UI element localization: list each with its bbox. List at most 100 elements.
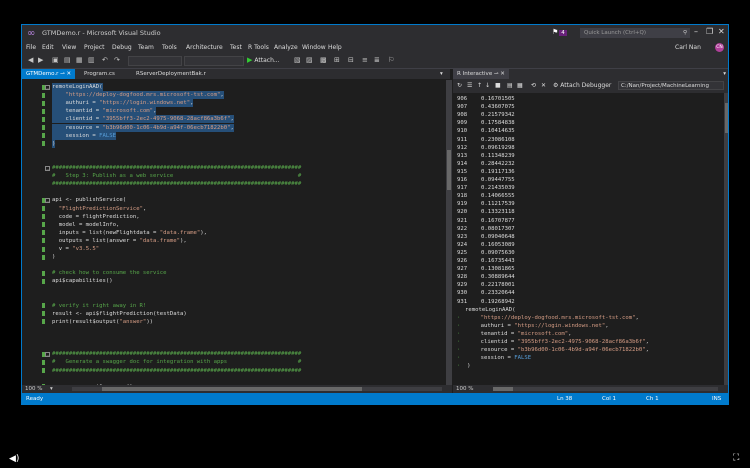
code-line[interactable]: api$capabilities() — [52, 277, 113, 285]
menu-help[interactable]: Help — [328, 44, 342, 51]
toolbar-icon-b[interactable]: ▨ — [306, 56, 313, 65]
up-icon[interactable]: ↑ — [477, 82, 482, 89]
code-line[interactable]: session = FALSE — [52, 131, 116, 140]
code-line[interactable]: model = modelInfo, — [52, 221, 120, 229]
new-project-icon[interactable]: ▣ — [52, 56, 59, 65]
refresh-icon[interactable]: ⟲ — [531, 82, 536, 89]
working-directory-dropdown[interactable]: C:/Nan/Project/MachineLearning — [618, 81, 724, 90]
code-line[interactable]: authuri = "https://login.windows.net", — [52, 99, 194, 108]
menu-r-tools[interactable]: R Tools — [248, 44, 269, 51]
attach-button[interactable]: ▶ Attach... — [247, 56, 280, 64]
tab-rserver-deployment[interactable]: RServerDeploymentBak.r — [132, 69, 210, 79]
menu-debug[interactable]: Debug — [112, 44, 132, 51]
scrollbar-thumb[interactable] — [725, 103, 728, 133]
load-icon[interactable]: ▤ — [507, 82, 513, 89]
toolbar-icon-e[interactable]: ⊟ — [348, 56, 354, 65]
collapse-toggle-icon[interactable]: − — [45, 165, 50, 172]
open-icon[interactable]: ▤ — [64, 56, 71, 65]
menu-project[interactable]: Project — [84, 44, 105, 51]
code-line[interactable]: result <- api$flightPrediction(testData) — [52, 310, 187, 318]
code-line[interactable]: # Generate a swagger doc for integration… — [52, 358, 301, 366]
code-line[interactable]: ########################################… — [52, 350, 301, 358]
code-line[interactable]: code = flightPrediction, — [52, 213, 140, 221]
solution-config-dropdown[interactable] — [128, 56, 182, 66]
code-line[interactable]: ########################################… — [52, 164, 301, 172]
scrollbar-thumb[interactable] — [493, 387, 513, 391]
down-icon[interactable]: ↓ — [485, 82, 490, 89]
uncomment-icon[interactable]: ≣ — [374, 56, 380, 65]
clear-icon[interactable]: ☰ — [467, 82, 472, 89]
avatar[interactable]: CN — [715, 43, 724, 52]
close-icon[interactable]: ✕ — [67, 71, 72, 77]
editor-vertical-scrollbar[interactable] — [446, 80, 452, 385]
console-horizontal-scrollbar[interactable] — [493, 387, 718, 391]
menu-test[interactable]: Test — [230, 44, 242, 51]
code-line[interactable]: v = "v3.5.5" — [52, 245, 99, 253]
code-line[interactable]: resource = "b3b96d00-1c06-4b9d-a94f-06ec… — [52, 123, 234, 132]
reset-icon[interactable]: ↻ — [457, 82, 462, 89]
code-line[interactable]: # Step 3: Publish as a web service # — [52, 172, 301, 180]
pane-dropdown-icon[interactable]: ▾ — [723, 69, 726, 79]
menu-analyze[interactable]: Analyze — [274, 44, 298, 51]
code-line[interactable]: print(result$output("answer")) — [52, 318, 153, 326]
editor-zoom-dropdown[interactable]: 100 % — [25, 385, 42, 393]
code-line[interactable]: # verify it right away in R! — [52, 302, 146, 310]
code-editor[interactable]: remoteLoginAAD( "https://deploy-dogfood.… — [22, 80, 446, 385]
scrollbar-thumb[interactable] — [102, 387, 362, 391]
code-line[interactable]: ########################################… — [52, 180, 301, 188]
zoom-dropdown-icon[interactable]: ▾ — [50, 385, 53, 393]
code-line[interactable]: api <- publishService( — [52, 196, 126, 204]
menu-team[interactable]: Team — [138, 44, 154, 51]
toolbar-icon-a[interactable]: ▧ — [294, 56, 301, 65]
code-line[interactable]: tenantid = "microsoft.com", — [52, 107, 157, 116]
code-line[interactable]: ) — [52, 139, 56, 148]
scrollbar-thumb[interactable] — [447, 150, 451, 190]
collapse-toggle-icon[interactable]: − — [45, 84, 50, 91]
menu-tools[interactable]: Tools — [162, 44, 177, 51]
toolbar-icon-c[interactable]: ▩ — [320, 56, 327, 65]
forward-icon[interactable]: ▶ — [38, 56, 43, 65]
maximize-button[interactable]: ❐ — [706, 27, 713, 36]
save-all-icon[interactable]: ▥ — [88, 56, 95, 65]
code-line[interactable]: outputs = list(answer = "data.frame"), — [52, 237, 187, 245]
collapse-toggle-icon[interactable]: − — [45, 351, 50, 358]
collapse-toggle-icon[interactable]: − — [45, 197, 50, 204]
tab-program[interactable]: Program.cs — [80, 69, 119, 79]
tab-gtmdemo[interactable]: GTMDemo.r ⊸ ✕ — [22, 69, 76, 79]
interrupt-icon[interactable]: ■ — [495, 82, 501, 89]
redo-icon[interactable]: ↷ — [114, 56, 120, 65]
menu-window[interactable]: Window — [302, 44, 326, 51]
console-zoom-dropdown[interactable]: 100 % — [456, 385, 473, 393]
fullscreen-icon[interactable]: ⛶ — [733, 453, 739, 463]
menu-view[interactable]: View — [62, 44, 76, 51]
code-line[interactable]: clientid = "3955bff3-2ec2-4975-9068-28ac… — [52, 115, 234, 124]
quick-launch-input[interactable]: Quick Launch (Ctrl+Q) ⚲ — [580, 28, 690, 38]
back-icon[interactable]: ◀ — [28, 56, 33, 65]
notification-flag-icon[interactable]: ⚑ 4 — [552, 28, 567, 36]
volume-icon[interactable]: ◀) — [9, 454, 19, 464]
code-line[interactable]: ########################################… — [52, 367, 301, 375]
console-vertical-scrollbar[interactable] — [724, 93, 728, 385]
toolbar-icon-d[interactable]: ⊞ — [334, 56, 340, 65]
comment-icon[interactable]: ≡ — [362, 56, 368, 65]
attach-debugger-button[interactable]: ⚙ Attach Debugger — [553, 82, 611, 89]
code-line[interactable]: "https://deploy-dogfood.mrs.microsoft-ts… — [52, 91, 224, 100]
close-button[interactable]: ✕ — [718, 27, 725, 36]
undo-icon[interactable]: ↶ — [102, 56, 108, 65]
solution-platform-dropdown[interactable] — [184, 56, 244, 66]
minimize-button[interactable]: – — [694, 27, 698, 36]
code-line[interactable]: inputs = list(newFlightdata = "data.fram… — [52, 229, 207, 237]
user-name[interactable]: Carl Nan — [675, 44, 701, 51]
menu-architecture[interactable]: Architecture — [186, 44, 223, 51]
r-console-output[interactable]: 906 0.16701505 907 0.43607075 908 0.21579342 9… — [453, 93, 724, 385]
menu-edit[interactable]: Edit — [42, 44, 54, 51]
save-icon[interactable]: ▦ — [76, 56, 83, 65]
code-line[interactable]: remoteLoginAAD( — [52, 83, 103, 91]
save-icon[interactable]: ▦ — [517, 82, 523, 89]
tab-r-interactive[interactable]: R Interactive ⊸ ✕ — [453, 69, 509, 79]
bookmark-icon[interactable]: ⚐ — [388, 56, 394, 65]
pin-icon[interactable]: ⊸ — [60, 71, 65, 77]
stop-icon[interactable]: ✕ — [541, 82, 546, 89]
menu-file[interactable]: File — [26, 44, 36, 51]
tab-overflow-icon[interactable]: ▾ — [440, 69, 443, 79]
